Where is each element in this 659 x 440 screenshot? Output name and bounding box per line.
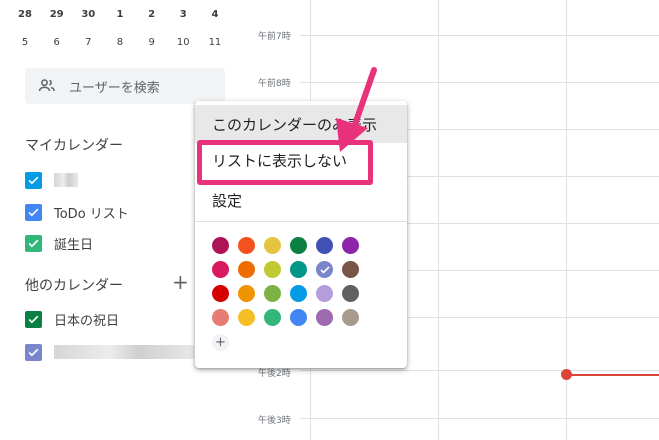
menu-item-display-this-only[interactable]: このカレンダーのみ表示 — [195, 105, 407, 143]
color-swatch[interactable] — [264, 261, 281, 278]
color-swatch[interactable] — [290, 309, 307, 326]
checkbox-checked-icon[interactable] — [25, 234, 42, 252]
my-calendars-title[interactable]: マイカレンダー — [25, 135, 123, 155]
grid-row-line — [300, 82, 659, 83]
color-swatch[interactable] — [238, 261, 255, 278]
checkbox-checked-icon[interactable] — [25, 203, 42, 221]
grid-row-line — [300, 370, 659, 371]
grid-row-line — [300, 418, 659, 419]
color-swatch[interactable] — [264, 237, 281, 254]
grid-column-line — [438, 0, 439, 440]
time-label: 午前7時 — [258, 32, 291, 42]
checkbox-checked-icon[interactable] — [25, 343, 42, 361]
color-swatch[interactable] — [212, 261, 229, 278]
other-calendars-title[interactable]: 他のカレンダー — [25, 275, 123, 295]
checkbox-checked-icon[interactable] — [25, 171, 42, 189]
color-swatch[interactable] — [212, 309, 229, 326]
calendar-item[interactable] — [25, 342, 194, 362]
check-icon — [319, 265, 330, 274]
mini-calendar-week-2: 5 6 7 8 9 10 11 — [14, 37, 226, 48]
color-swatch[interactable] — [290, 285, 307, 302]
color-swatch[interactable] — [212, 237, 229, 254]
color-swatch[interactable] — [264, 285, 281, 302]
mini-calendar-day[interactable]: 11 — [204, 37, 226, 48]
color-swatch[interactable] — [342, 309, 359, 326]
color-swatch[interactable] — [238, 237, 255, 254]
color-swatch[interactable] — [290, 261, 307, 278]
calendar-item-label: ToDo リスト — [54, 206, 129, 222]
time-label: 午前8時 — [258, 79, 291, 89]
annotation-highlight-box — [197, 140, 373, 185]
color-swatch[interactable] — [238, 285, 255, 302]
mini-calendar-day[interactable]: 1 — [109, 9, 131, 20]
search-users-input[interactable]: ユーザーを検索 — [25, 68, 225, 104]
mini-calendar-day[interactable]: 6 — [46, 37, 68, 48]
mini-calendar-week-1: 28 29 30 1 2 3 4 — [14, 9, 226, 20]
mini-calendar-day[interactable]: 4 — [204, 9, 226, 20]
mini-calendar-day[interactable]: 28 — [14, 9, 36, 20]
search-placeholder: ユーザーを検索 — [69, 80, 160, 96]
redacted-calendar-name — [54, 345, 194, 359]
calendar-item[interactable] — [25, 170, 78, 190]
color-swatch[interactable] — [316, 309, 333, 326]
mini-calendar-day[interactable]: 30 — [77, 9, 99, 20]
color-swatch[interactable] — [238, 309, 255, 326]
mini-calendar-day[interactable]: 10 — [172, 37, 194, 48]
calendar-item-japan-holidays[interactable]: 日本の祝日 — [25, 309, 119, 329]
current-time-line — [566, 374, 659, 376]
mini-calendar-day[interactable]: 8 — [109, 37, 131, 48]
redacted-calendar-name — [54, 173, 78, 187]
grid-row-line — [300, 35, 659, 36]
add-calendar-button[interactable]: + — [172, 272, 189, 292]
color-swatch[interactable] — [342, 237, 359, 254]
color-swatch[interactable] — [342, 261, 359, 278]
add-custom-color-button[interactable]: + — [212, 334, 229, 351]
color-swatch[interactable] — [212, 285, 229, 302]
mini-calendar-day[interactable]: 9 — [141, 37, 163, 48]
menu-item-settings[interactable]: 設定 — [195, 181, 407, 219]
calendar-item-label: 誕生日 — [54, 237, 94, 253]
color-swatch[interactable] — [316, 261, 333, 278]
mini-calendar-day[interactable]: 2 — [141, 9, 163, 20]
color-swatch[interactable] — [316, 237, 333, 254]
mini-calendar-day[interactable]: 7 — [77, 37, 99, 48]
color-swatch[interactable] — [290, 237, 307, 254]
mini-calendar-day[interactable]: 3 — [172, 9, 194, 20]
time-label: 午後3時 — [258, 416, 291, 426]
color-swatch[interactable] — [264, 309, 281, 326]
mini-calendar-day[interactable]: 29 — [46, 9, 68, 20]
calendar-item-label: 日本の祝日 — [54, 313, 120, 329]
mini-calendar-day[interactable]: 5 — [14, 37, 36, 48]
calendar-item-birthdays[interactable]: 誕生日 — [25, 233, 93, 253]
color-swatch[interactable] — [316, 285, 333, 302]
checkbox-checked-icon[interactable] — [25, 310, 42, 328]
menu-divider — [195, 221, 407, 222]
calendar-item-todo[interactable]: ToDo リスト — [25, 202, 129, 222]
people-icon — [38, 79, 55, 92]
color-swatch[interactable] — [342, 285, 359, 302]
